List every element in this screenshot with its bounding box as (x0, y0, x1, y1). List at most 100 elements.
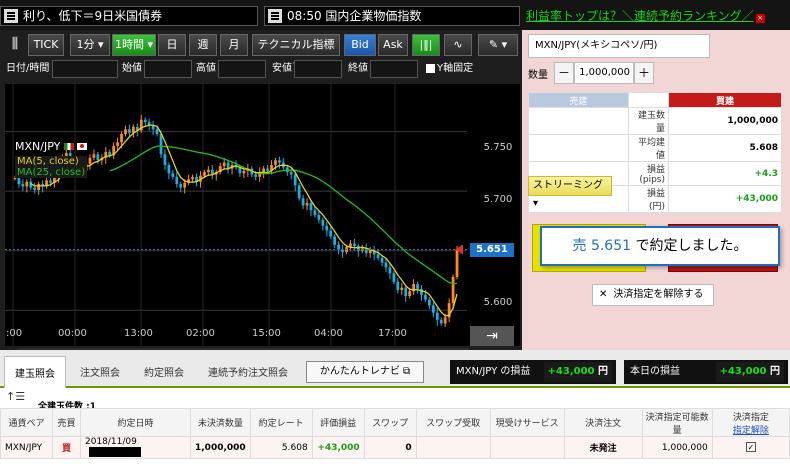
cancel-designation-button[interactable]: ✕ 決済指定を解除する (592, 284, 714, 306)
row-label: 建玉数量 (628, 107, 669, 135)
cell-qty: 1,000,000 (190, 436, 251, 459)
quantity-input[interactable]: 1,000,000 (574, 62, 634, 84)
close-icon: ✕ (599, 289, 608, 300)
day-button[interactable]: 日 (158, 34, 186, 56)
tab-executions[interactable]: 約定照会 (144, 364, 184, 379)
candle-body (313, 210, 317, 215)
col-header: スワップ (363, 408, 417, 437)
clear-designation-link[interactable]: 指定解除 (733, 426, 769, 436)
candle-body (451, 276, 455, 304)
candle-body (431, 305, 435, 313)
current-price-tag: 5.651 (470, 242, 514, 257)
candle-body (96, 154, 100, 161)
ma5-line (30, 124, 458, 317)
cell-order-status: 未発注 (563, 436, 643, 459)
tab-sequential-orders[interactable]: 連続予約注文照会 (208, 364, 288, 379)
cell-pair: MXN/JPY (0, 436, 53, 459)
candle-body (428, 299, 431, 306)
easy-trenavi-button[interactable]: かんたんトレナビ ⧉ (306, 361, 424, 383)
list-icon (268, 9, 282, 23)
open-field[interactable] (144, 60, 192, 78)
low-label: 安値 (272, 63, 292, 74)
week-button[interactable]: 週 (189, 34, 217, 56)
candle-body (191, 176, 194, 180)
sort-icon[interactable]: ↑☰ (6, 390, 25, 403)
line-chart-icon[interactable]: ∿ (444, 34, 472, 56)
candlestick-icon[interactable]: |‖| (412, 34, 440, 56)
candle-body (392, 273, 396, 282)
x-tick: 15:00 (252, 328, 281, 339)
candle-body (443, 317, 447, 324)
candle-body (309, 203, 313, 211)
candle-body (289, 172, 293, 175)
y-tick: 5.600 (483, 297, 513, 308)
yaxis-fix-checkbox[interactable]: Y軸固定 (426, 60, 473, 78)
designate-checkbox[interactable]: ✓ (711, 436, 790, 459)
candle-body (424, 294, 427, 300)
close-field[interactable] (370, 60, 418, 78)
candle-body (21, 184, 25, 187)
streaming-select[interactable]: ストリーミング ▾ (528, 176, 612, 209)
close-label: 終値 (348, 63, 368, 74)
positions-table: 通貨ペア 売買 約定日時 未決済数量 約定レート 評価損益 スワップ スワップ受… (0, 408, 790, 459)
chart-legend: MXN/JPY MA(5, close) MA(25, close) (15, 140, 88, 178)
today-pnl-value: +43,000 円 (715, 362, 784, 382)
candle-body (325, 225, 329, 231)
low-field[interactable] (294, 60, 342, 78)
candle-body (274, 160, 277, 165)
high-field[interactable] (218, 60, 266, 78)
candle-body (25, 181, 29, 187)
candle-body (337, 244, 341, 250)
table-row[interactable]: MXN/JPY 買 2018/11/09 1,000,000 5.608 +43… (0, 436, 790, 459)
period-select-1h[interactable]: 1時間 ▾ (112, 34, 156, 56)
col-header: 約定日時 (80, 408, 191, 437)
tab-positions[interactable]: 建玉照会 (4, 356, 66, 388)
quantity-minus-button[interactable]: － (554, 62, 574, 84)
candle-body (404, 287, 408, 296)
month-button[interactable]: 月 (220, 34, 248, 56)
candle-body (143, 119, 147, 123)
cell-side: 買 (52, 436, 81, 459)
quantity-plus-button[interactable]: ＋ (634, 62, 654, 84)
x-tick: 02:00 (186, 328, 215, 339)
high-label: 高値 (196, 63, 216, 74)
promo-link[interactable]: 利益率トップは？＼連続予約ランキング／ × (522, 6, 790, 26)
close-icon[interactable]: × (755, 14, 765, 23)
tab-bar: 建玉照会 注文照会 約定照会 連続予約注文照会 かんたんトレナビ ⧉ MXN/J… (0, 350, 790, 388)
chart-menu-icon[interactable]: ⫼ (4, 34, 26, 56)
row-label: 平均建値 (628, 134, 669, 162)
col-header: 未決済数量 (190, 408, 251, 437)
candle-body (88, 157, 92, 164)
pair-pnl-value: +43,000 円 (543, 362, 612, 382)
candle-body (175, 176, 179, 185)
candle-body (155, 129, 159, 135)
row-value: +43,000 (668, 185, 782, 213)
candle-body (416, 284, 419, 289)
ask-button[interactable]: Ask (378, 34, 408, 56)
tick-button[interactable]: TICK (28, 34, 64, 56)
x-tick: 00:00 (58, 328, 87, 339)
draw-tool-icon[interactable]: ✎ ▾ (478, 34, 518, 56)
price-chart[interactable]: MXN/JPY MA(5, close) MA(25, close) ‹ ⌕ › (5, 84, 520, 364)
tab-orders[interactable]: 注文照会 (80, 364, 120, 379)
news-ticker-2[interactable]: 08:50 国内企業物価指数 (264, 6, 520, 26)
col-header: 売買 (52, 408, 81, 437)
bid-button[interactable]: Bid (344, 34, 376, 56)
technical-indicator-select[interactable]: テクニカル指標 ▾ (252, 34, 340, 71)
cell-available: 1,000,000 (641, 436, 713, 459)
datetime-field[interactable] (52, 60, 118, 78)
row-label: 損益(円) (628, 185, 669, 213)
news-ticker-1[interactable]: 利り、低下＝9日米国債券 (0, 6, 258, 26)
candle-body (266, 168, 269, 171)
legend-symbol: MXN/JPY (15, 140, 88, 153)
symbol-selector[interactable]: MXN/JPY(メキシコペソ/円) (528, 34, 710, 58)
mexico-flag-icon (63, 143, 74, 150)
jump-latest-icon[interactable]: ⇥ (470, 326, 514, 346)
candle-body (179, 184, 183, 188)
x-tick: 13:00 (124, 328, 153, 339)
x-tick: :00 (6, 328, 23, 339)
period-select-1m[interactable]: 1分 ▾ (70, 34, 110, 56)
news-text-2: 08:50 国内企業物価指数 (287, 9, 422, 23)
candle-body (13, 178, 17, 180)
candle-body (380, 257, 384, 263)
